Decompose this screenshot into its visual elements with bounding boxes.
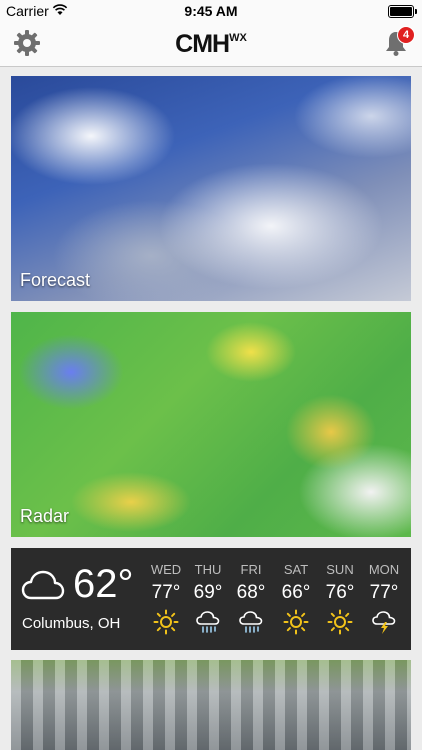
radar-card-label: Radar <box>20 506 70 526</box>
forecast-day: THU 69° <box>186 562 230 640</box>
cloud-icon <box>21 570 65 600</box>
forecast-day-name: FRI <box>240 562 262 577</box>
forecast-day-temp: 68° <box>236 582 266 603</box>
notification-badge: 4 <box>397 26 415 44</box>
forecast-day-name: SUN <box>326 562 354 577</box>
sun-icon <box>327 609 353 635</box>
logo-main: CMH <box>175 30 230 58</box>
forecast-card-label: Forecast <box>20 270 91 290</box>
status-bar: Carrier 9:45 AM <box>0 0 422 22</box>
forecast-day-name: SAT <box>283 562 309 577</box>
nav-bar: CMHWX 4 <box>0 22 422 67</box>
forecast-day: MON 77° <box>362 562 406 640</box>
current-location: Columbus, OH <box>22 615 121 632</box>
current-conditions-panel[interactable]: 62° Columbus, OH WED 77° THU 69° FRI 68°… <box>11 548 411 650</box>
forecast-day: SAT 66° <box>274 562 318 640</box>
thunderstorm-icon <box>372 611 396 634</box>
logo-superscript: WX <box>229 32 247 44</box>
traffic-card[interactable] <box>11 660 411 750</box>
rain-icon <box>239 611 263 633</box>
forecast-day-temp: 66° <box>281 582 311 603</box>
rain-icon <box>196 611 220 633</box>
clock: 9:45 AM <box>184 3 238 19</box>
battery-icon <box>388 5 417 18</box>
current-temperature: 62° <box>73 562 134 606</box>
forecast-day-temp: 77° <box>151 582 181 603</box>
forecast-day-temp: 77° <box>369 582 399 603</box>
forecast-card[interactable]: Forecast <box>11 76 411 301</box>
forecast-day-name: MON <box>368 562 400 577</box>
sun-icon <box>153 609 179 635</box>
app-logo: CMHWX <box>0 30 422 59</box>
forecast-day: FRI 68° <box>229 562 273 640</box>
forecast-day-name: WED <box>150 562 182 577</box>
radar-card[interactable]: Radar <box>11 312 411 537</box>
forecast-day-temp: 69° <box>193 582 223 603</box>
forecast-day: SUN 76° <box>318 562 362 640</box>
forecast-day-name: THU <box>194 562 222 577</box>
forecast-day-temp: 76° <box>325 582 355 603</box>
sun-icon <box>283 609 309 635</box>
forecast-day: WED 77° <box>144 562 188 640</box>
